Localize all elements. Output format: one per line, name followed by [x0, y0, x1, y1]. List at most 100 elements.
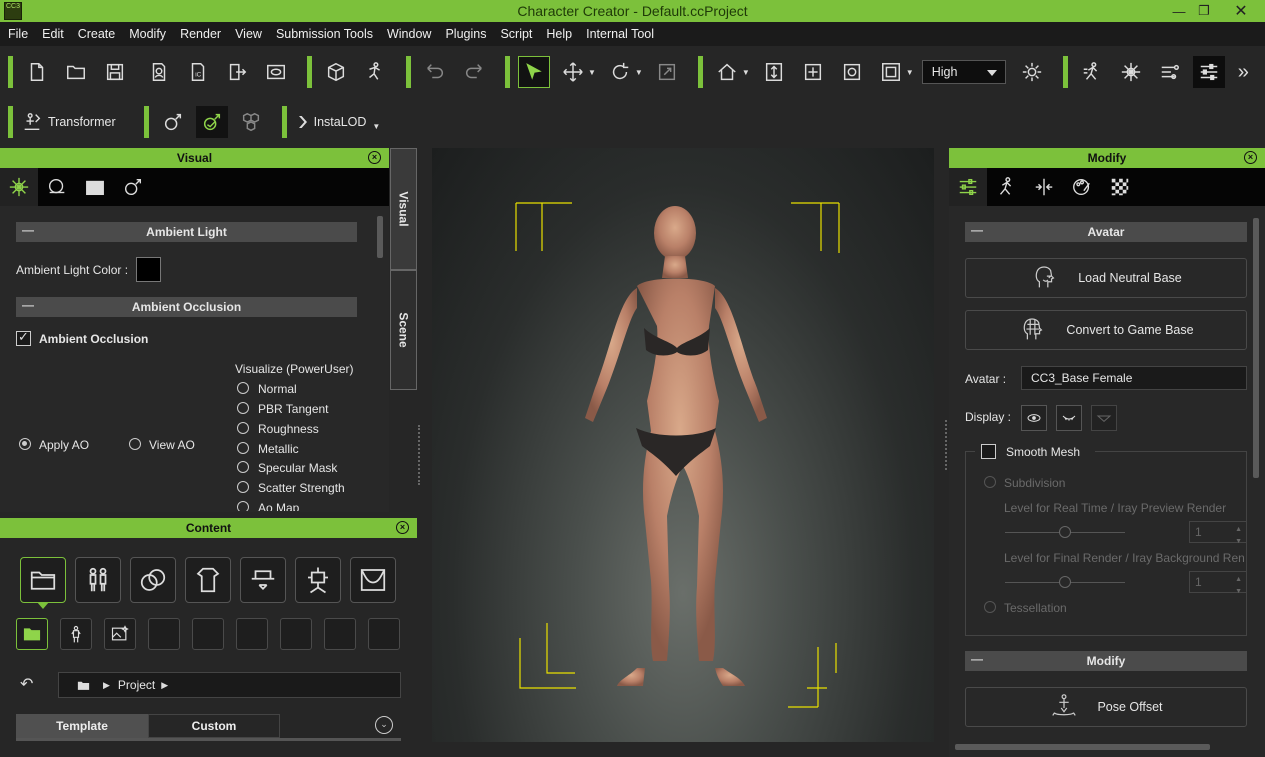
orbit-icon[interactable] [836, 56, 868, 88]
object-icon[interactable] [320, 56, 352, 88]
menu-plugins[interactable]: Plugins [438, 22, 493, 46]
menu-internal-tool[interactable]: Internal Tool [579, 22, 661, 46]
final-slider-thumb[interactable] [1059, 576, 1071, 588]
menu-script[interactable]: Script [493, 22, 539, 46]
zoom-dropdown-icon[interactable]: ▼ [906, 68, 914, 77]
rotate-dropdown-icon[interactable]: ▼ [635, 68, 643, 77]
zoom-extent-icon[interactable] [875, 56, 907, 88]
radio-specular-mask[interactable] [237, 461, 249, 473]
sub-tile-avatar[interactable] [60, 618, 92, 650]
radio-ao-map[interactable] [237, 501, 249, 511]
menu-help[interactable]: Help [539, 22, 579, 46]
realtime-slider-thumb[interactable] [1059, 526, 1071, 538]
section-ambient-light[interactable]: — Ambient Light [16, 222, 357, 242]
section-ambient-occlusion[interactable]: — Ambient Occlusion [16, 297, 357, 317]
side-tab-visual[interactable]: Visual [390, 148, 417, 270]
ao-checkbox[interactable]: ✓ [16, 329, 31, 346]
pose-icon[interactable] [359, 56, 391, 88]
tab-backdrop[interactable] [76, 168, 114, 206]
open-folder-icon[interactable] [60, 56, 92, 88]
final-level-spinbox[interactable]: 1 ▲ ▼ [1189, 571, 1247, 595]
tab-visual-settings[interactable] [0, 168, 38, 206]
tab-modify-material[interactable] [1063, 168, 1101, 206]
sub-tile-empty[interactable] [368, 618, 400, 650]
breadcrumb-arrow-icon[interactable]: ▶ [103, 680, 110, 691]
menu-view[interactable]: View [228, 22, 269, 46]
radio-apply-ao[interactable] [19, 438, 31, 450]
content-tile-project[interactable] [20, 557, 66, 603]
undo-icon[interactable] [419, 56, 451, 88]
preview-icon[interactable] [260, 56, 292, 88]
modify-panel-icon[interactable] [1192, 56, 1225, 88]
motion-icon[interactable] [1076, 56, 1108, 88]
tools-icon[interactable] [1154, 56, 1186, 88]
quality-select[interactable]: High [921, 60, 1006, 84]
splitter-handle[interactable] [418, 425, 420, 485]
instalod-dropdown-icon[interactable]: ▼ [372, 122, 380, 131]
display-eye-button[interactable] [1021, 405, 1047, 431]
scale-icon[interactable] [651, 56, 683, 88]
smooth-mesh-checkbox[interactable] [981, 444, 996, 459]
rotate-icon[interactable] [604, 56, 636, 88]
redo-icon[interactable] [458, 56, 490, 88]
move-icon[interactable] [557, 56, 589, 88]
visual-settings-icon[interactable] [1115, 56, 1147, 88]
radio-pbr-tangent[interactable] [237, 402, 249, 414]
menu-window[interactable]: Window [380, 22, 438, 46]
radio-view-ao[interactable] [129, 438, 141, 450]
back-arrow-icon[interactable]: ↶ [20, 674, 33, 694]
content-close-icon[interactable]: × [396, 521, 409, 534]
radio-tessellation[interactable] [984, 601, 996, 613]
ambient-light-color-swatch[interactable] [136, 257, 161, 282]
move-dropdown-icon[interactable]: ▼ [588, 68, 596, 77]
menu-file[interactable]: File [1, 22, 35, 46]
select-icon[interactable] [518, 56, 550, 88]
breadcrumb-project[interactable]: Project [118, 678, 155, 692]
menu-submission-tools[interactable]: Submission Tools [269, 22, 380, 46]
tab-modify-parameters[interactable] [949, 168, 987, 206]
modify-scrollbar[interactable] [1253, 218, 1259, 478]
restore-icon[interactable]: ❐ [1188, 0, 1220, 22]
spin-down-icon[interactable]: ▼ [1235, 531, 1242, 552]
content-tile-motion[interactable] [295, 557, 341, 603]
side-tab-scene[interactable]: Scene [390, 270, 417, 390]
sub-tile-empty[interactable] [148, 618, 180, 650]
menu-edit[interactable]: Edit [35, 22, 71, 46]
content-tile-character[interactable] [75, 557, 121, 603]
sub-tile-empty[interactable] [324, 618, 356, 650]
tab-ibl[interactable] [38, 168, 76, 206]
content-tile-material[interactable] [130, 557, 176, 603]
menu-render[interactable]: Render [173, 22, 228, 46]
toolbar-more-icon[interactable]: » [1238, 61, 1249, 84]
sub-tile-empty[interactable] [236, 618, 268, 650]
home-dropdown-icon[interactable]: ▼ [742, 68, 750, 77]
ic-export-icon[interactable]: iC [182, 56, 214, 88]
tab-custom[interactable]: Custom [148, 714, 280, 738]
modify-hscrollbar[interactable] [955, 744, 1210, 750]
sub-tile-folder[interactable] [16, 618, 48, 650]
pose-offset-button[interactable]: Pose Offset [965, 687, 1247, 727]
light-icon[interactable] [1016, 56, 1048, 88]
display-mesh-button[interactable] [1056, 405, 1082, 431]
tab-template[interactable]: Template [16, 714, 148, 738]
realtime-level-spinbox[interactable]: 1 ▲ ▼ [1189, 521, 1247, 545]
close-window-icon[interactable]: ✕ [1225, 0, 1257, 22]
morph-icon[interactable] [157, 106, 189, 138]
export-icon[interactable] [221, 56, 253, 88]
radio-metallic[interactable] [237, 442, 249, 454]
splitter-handle[interactable] [945, 420, 947, 470]
avatar-name-field[interactable]: CC3_Base Female [1021, 366, 1247, 390]
section-modify[interactable]: — Modify [965, 651, 1247, 671]
content-tile-cloth[interactable] [185, 557, 231, 603]
home-view-icon[interactable] [711, 56, 743, 88]
visual-close-icon[interactable]: × [368, 151, 381, 164]
tab-modify-texture[interactable] [1101, 168, 1139, 206]
menu-create[interactable]: Create [71, 22, 123, 46]
content-tile-accessory[interactable] [240, 557, 286, 603]
section-avatar[interactable]: — Avatar [965, 222, 1247, 242]
save-icon[interactable] [99, 56, 131, 88]
sub-tile-empty[interactable] [192, 618, 224, 650]
expand-chevron-icon[interactable]: ⌄ [375, 716, 393, 734]
menu-modify[interactable]: Modify [122, 22, 173, 46]
breadcrumb-arrow-icon[interactable]: ▶ [161, 680, 168, 691]
